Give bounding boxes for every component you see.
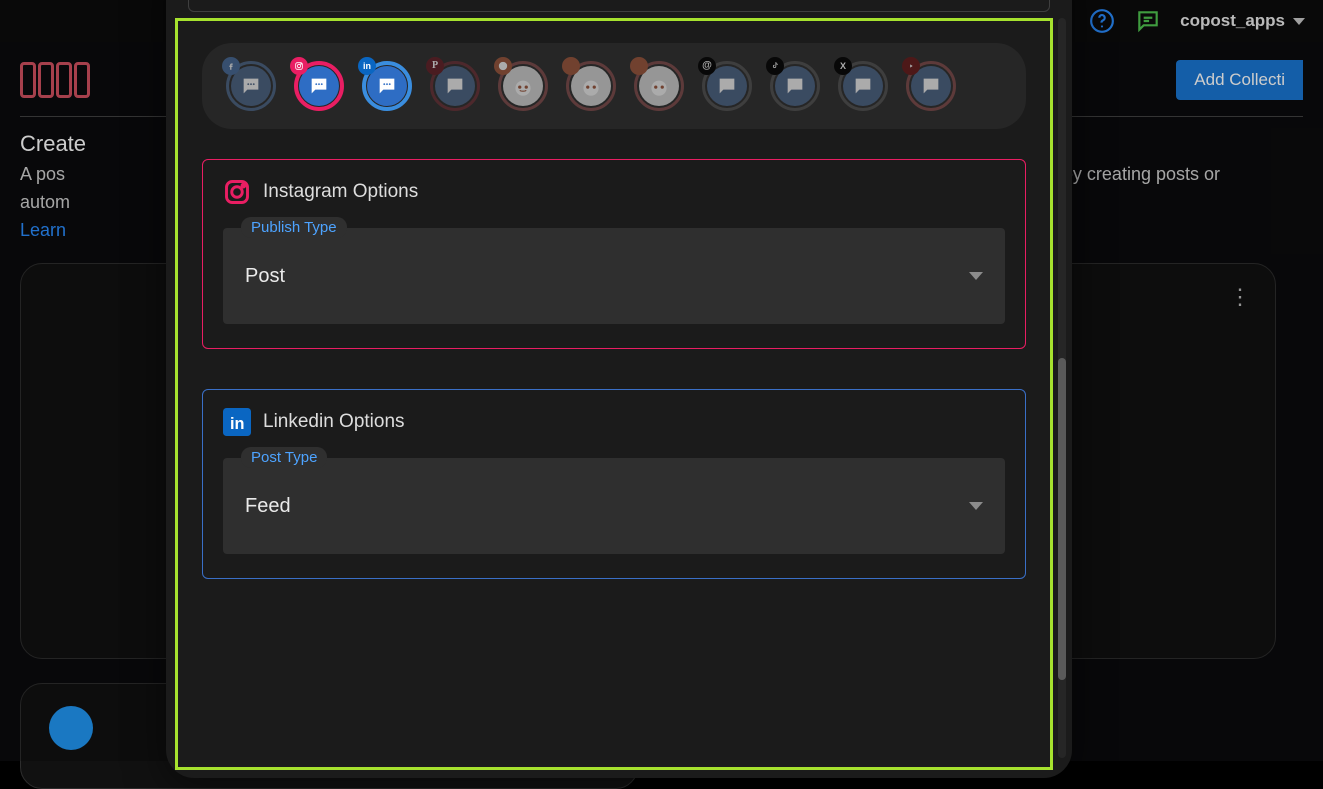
account-selector: in P [202, 43, 1026, 129]
account-tiktok[interactable] [770, 61, 820, 111]
facebook-icon [222, 57, 240, 75]
linkedin-options-panel: in Linkedin Options Post Type Feed [202, 389, 1026, 579]
instagram-options-title: Instagram Options [263, 181, 418, 203]
tiktok-icon [766, 57, 784, 75]
account-pinterest[interactable]: P [430, 61, 480, 111]
x-icon: X [834, 57, 852, 75]
post-options-modal: in P [166, 0, 1072, 778]
modal-top-field[interactable] [188, 0, 1050, 12]
svg-text:in: in [230, 415, 245, 433]
threads-icon: @ [698, 57, 716, 75]
account-threads[interactable]: @ [702, 61, 752, 111]
linkedin-icon: in [223, 408, 251, 436]
account-reddit[interactable] [498, 61, 548, 111]
reddit-icon [562, 57, 580, 75]
youtube-icon [902, 57, 920, 75]
publish-type-value: Post [245, 265, 285, 288]
linkedin-options-title: Linkedin Options [263, 411, 405, 433]
instagram-icon [290, 57, 308, 75]
post-type-label: Post Type [241, 447, 327, 468]
account-reddit[interactable] [566, 61, 616, 111]
dropdown-arrow-icon [969, 272, 983, 280]
instagram-options-panel: Instagram Options Publish Type Post [202, 159, 1026, 349]
post-type-select[interactable]: Feed [223, 458, 1005, 554]
account-x[interactable]: X [838, 61, 888, 111]
account-youtube[interactable] [906, 61, 956, 111]
reddit-icon [630, 57, 648, 75]
modal-scrollbar-thumb[interactable] [1058, 358, 1066, 680]
account-linkedin[interactable]: in [362, 61, 412, 111]
post-type-value: Feed [245, 495, 291, 518]
pinterest-icon: P [426, 57, 444, 75]
reddit-icon [494, 57, 512, 75]
highlight-region: in P [175, 18, 1053, 770]
account-reddit[interactable] [634, 61, 684, 111]
instagram-icon [223, 178, 251, 206]
publish-type-select[interactable]: Post [223, 228, 1005, 324]
linkedin-icon: in [358, 57, 376, 75]
publish-type-label: Publish Type [241, 217, 347, 238]
dropdown-arrow-icon [969, 502, 983, 510]
account-facebook[interactable] [226, 61, 276, 111]
account-instagram[interactable] [294, 61, 344, 111]
